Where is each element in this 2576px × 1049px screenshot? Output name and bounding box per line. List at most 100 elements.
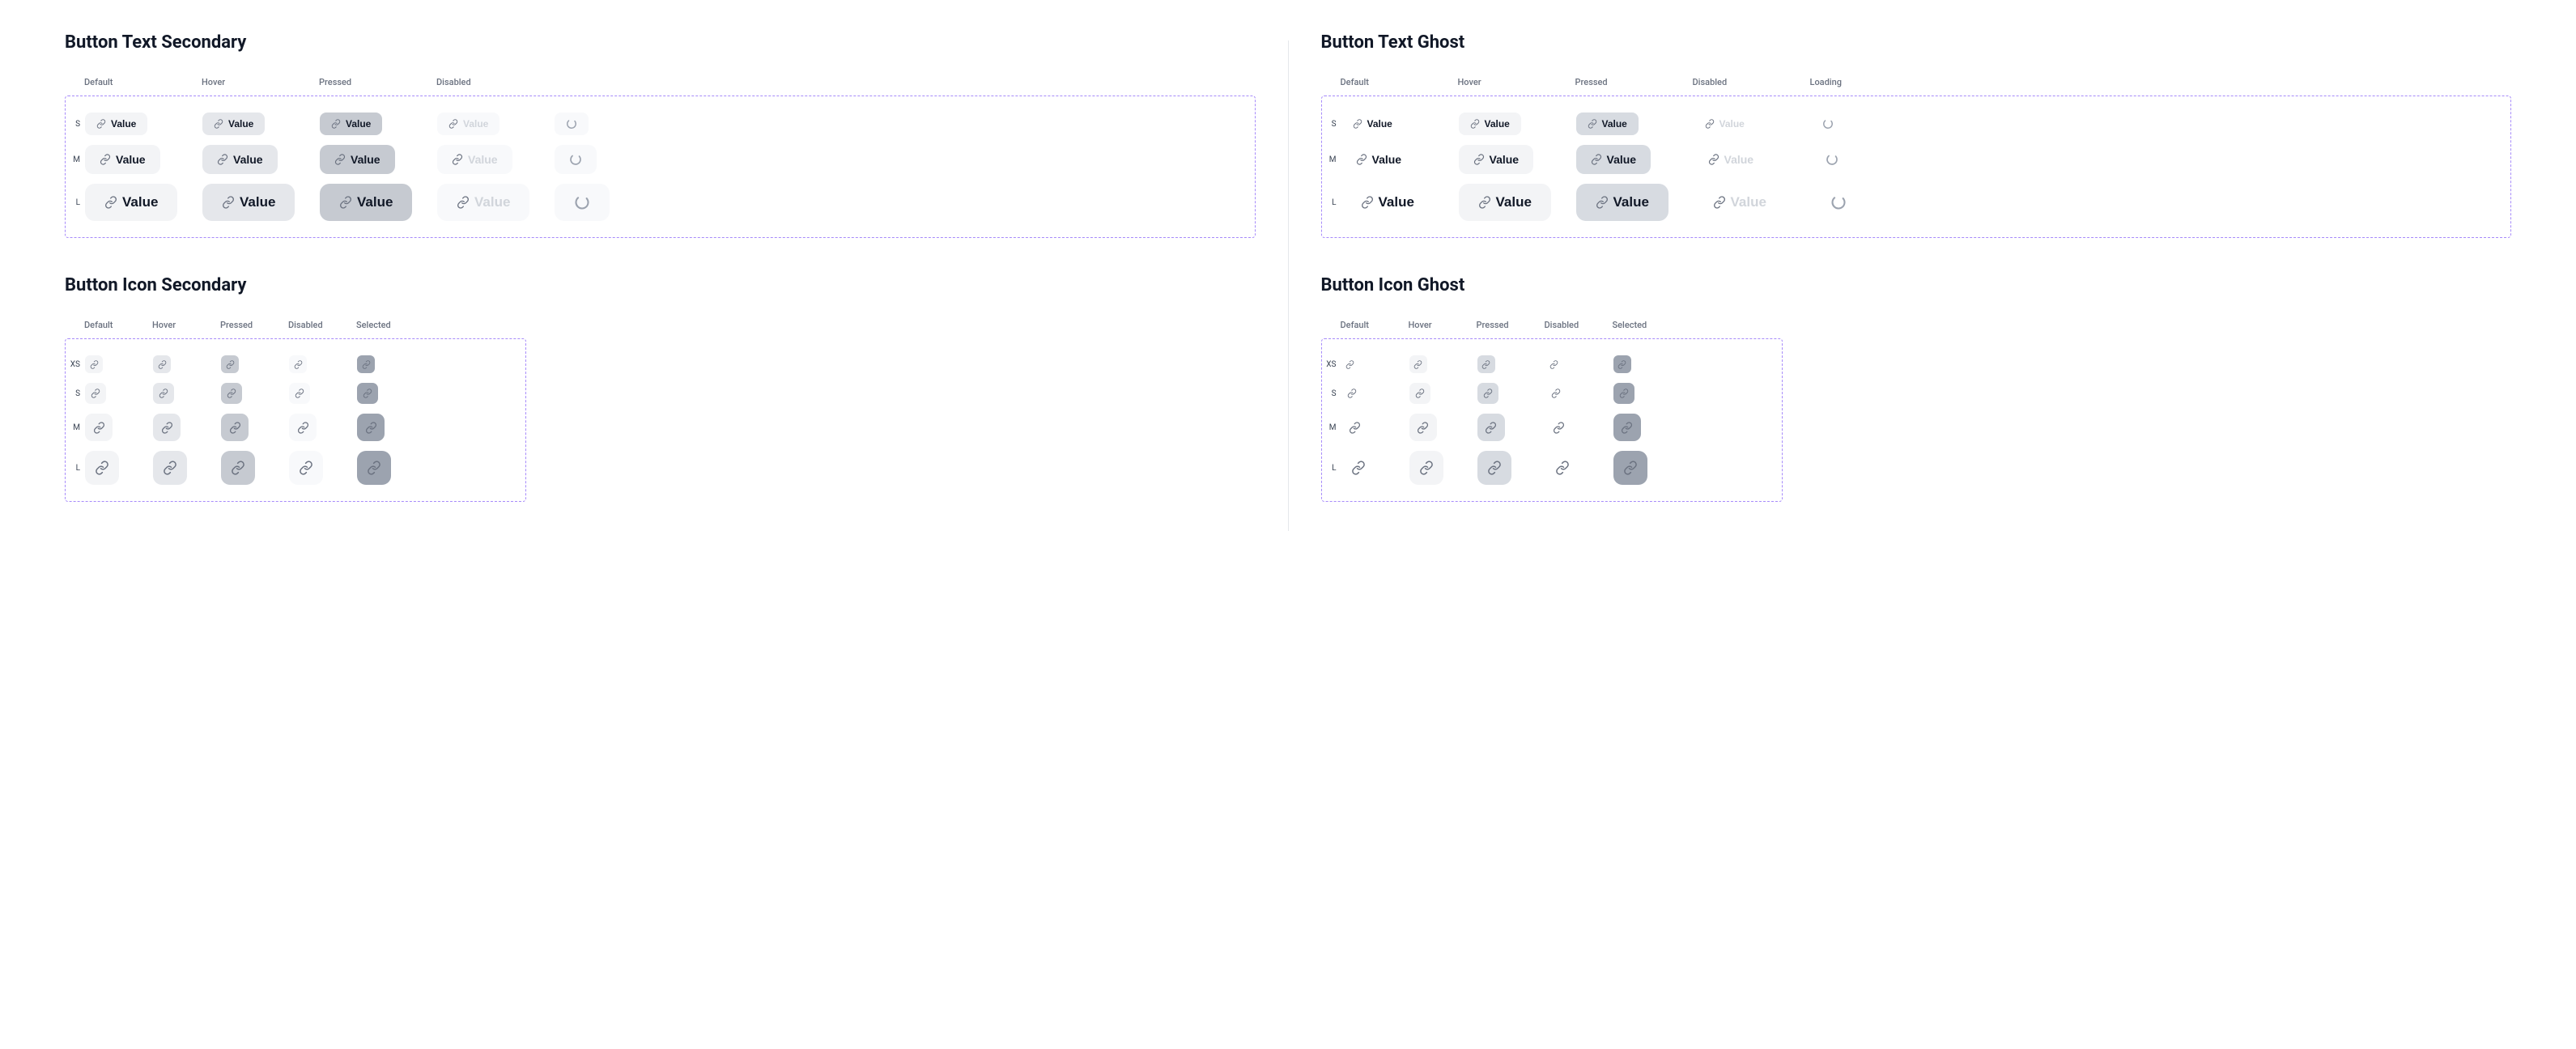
link-icon: [295, 389, 304, 398]
link-icon: [95, 461, 109, 475]
iconbtn-ghost-s-selected[interactable]: [1613, 383, 1634, 404]
header-loading: Loading: [1810, 77, 1928, 87]
iconbtn-secondary-s-default[interactable]: [85, 383, 106, 404]
section-title: Button Icon Secondary: [65, 275, 1256, 295]
link-icon: [1419, 461, 1434, 475]
button-secondary-s-pressed[interactable]: Value: [320, 113, 382, 135]
button-secondary-l-hover[interactable]: Value: [202, 184, 295, 221]
iconbtn-secondary-s-hover[interactable]: [153, 383, 174, 404]
button-secondary-s-disabled: Value: [437, 113, 499, 135]
link-icon: [299, 461, 313, 475]
iconbtn-ghost-xs-pressed[interactable]: [1477, 355, 1495, 373]
iconbtn-ghost-xs-default[interactable]: [1341, 355, 1359, 373]
button-ghost-l-hover[interactable]: Value: [1459, 184, 1551, 221]
button-secondary-m-hover[interactable]: Value: [202, 145, 278, 174]
row-xs: XS: [1322, 350, 1782, 378]
button-ghost-m-pressed[interactable]: Value: [1576, 145, 1651, 174]
button-label: Value: [1724, 153, 1754, 166]
iconbtn-secondary-l-selected[interactable]: [357, 451, 391, 485]
button-ghost-l-pressed[interactable]: Value: [1576, 184, 1668, 221]
iconbtn-ghost-l-pressed[interactable]: [1477, 451, 1511, 485]
variant-frame: S Value Value Value Value M Value Value …: [1321, 96, 2512, 238]
button-label: Value: [351, 153, 380, 166]
button-ghost-s-hover[interactable]: Value: [1459, 113, 1521, 135]
header-disabled: Disabled: [288, 320, 356, 330]
size-label: M: [66, 155, 85, 164]
size-label: L: [1322, 464, 1341, 473]
link-icon: [1487, 461, 1502, 475]
size-label: S: [1322, 120, 1341, 129]
iconbtn-ghost-xs-selected[interactable]: [1613, 355, 1631, 373]
button-secondary-m-pressed[interactable]: Value: [320, 145, 395, 174]
row-m: M Value Value Value Value: [66, 140, 1255, 179]
iconbtn-ghost-m-pressed[interactable]: [1477, 414, 1505, 441]
row-m: M: [1322, 409, 1782, 446]
button-label: Value: [1731, 194, 1766, 210]
button-label: Value: [1602, 118, 1627, 130]
iconbtn-ghost-m-disabled: [1545, 414, 1573, 441]
iconbtn-secondary-xs-hover[interactable]: [153, 355, 171, 373]
iconbtn-secondary-s-selected[interactable]: [357, 383, 378, 404]
iconbtn-secondary-l-default[interactable]: [85, 451, 119, 485]
iconbtn-secondary-m-selected[interactable]: [357, 414, 385, 441]
button-label: Value: [357, 194, 393, 210]
header-disabled: Disabled: [436, 77, 554, 87]
row-s: S: [1322, 378, 1782, 409]
button-secondary-l-default[interactable]: Value: [85, 184, 177, 221]
link-icon: [1361, 196, 1374, 209]
button-label: Value: [1372, 153, 1402, 166]
button-secondary-s-default[interactable]: Value: [85, 113, 147, 135]
iconbtn-secondary-m-default[interactable]: [85, 414, 113, 441]
iconbtn-secondary-xs-default[interactable]: [85, 355, 103, 373]
iconbtn-ghost-m-default[interactable]: [1341, 414, 1369, 441]
header-disabled: Disabled: [1693, 77, 1810, 87]
size-label: L: [66, 464, 85, 473]
header-pressed: Pressed: [1477, 320, 1545, 330]
iconbtn-secondary-xs-pressed[interactable]: [221, 355, 239, 373]
spinner-icon: [1826, 153, 1838, 166]
iconbtn-ghost-s-pressed[interactable]: [1477, 383, 1498, 404]
button-ghost-m-hover[interactable]: Value: [1459, 145, 1534, 174]
button-secondary-l-pressed[interactable]: Value: [320, 184, 412, 221]
link-icon: [1551, 389, 1561, 398]
iconbtn-secondary-l-pressed[interactable]: [221, 451, 255, 485]
header-pressed: Pressed: [1575, 77, 1693, 87]
iconbtn-ghost-m-hover[interactable]: [1409, 414, 1437, 441]
column-headers: Default Hover Pressed Disabled Loading: [1321, 77, 2512, 87]
button-secondary-m-default[interactable]: Value: [85, 145, 160, 174]
iconbtn-ghost-s-hover[interactable]: [1409, 383, 1430, 404]
button-label: Value: [116, 153, 146, 166]
iconbtn-secondary-l-hover[interactable]: [153, 451, 187, 485]
variant-frame: XS S M: [65, 338, 526, 502]
button-ghost-s-pressed[interactable]: Value: [1576, 113, 1639, 135]
iconbtn-secondary-xs-selected[interactable]: [357, 355, 375, 373]
section-title: Button Icon Ghost: [1321, 275, 2512, 295]
iconbtn-secondary-s-pressed[interactable]: [221, 383, 242, 404]
button-ghost-m-default[interactable]: Value: [1341, 145, 1417, 174]
iconbtn-ghost-s-default[interactable]: [1341, 383, 1362, 404]
button-secondary-s-hover[interactable]: Value: [202, 113, 265, 135]
button-ghost-l-default[interactable]: Value: [1341, 184, 1434, 221]
iconbtn-secondary-m-hover[interactable]: [153, 414, 181, 441]
size-label: S: [1322, 389, 1341, 398]
size-label: L: [1322, 198, 1341, 207]
link-icon: [100, 154, 111, 165]
button-ghost-s-default[interactable]: Value: [1341, 113, 1404, 135]
header-disabled: Disabled: [1545, 320, 1613, 330]
iconbtn-secondary-s-disabled: [289, 383, 310, 404]
section-text-ghost: Button Text Ghost Default Hover Pressed …: [1321, 32, 2512, 238]
link-icon: [452, 154, 463, 165]
iconbtn-ghost-xs-hover[interactable]: [1409, 355, 1427, 373]
link-icon: [1415, 389, 1425, 398]
iconbtn-ghost-m-selected[interactable]: [1613, 414, 1641, 441]
link-icon: [1478, 196, 1491, 209]
iconbtn-ghost-l-default[interactable]: [1341, 451, 1375, 485]
row-l: L: [1322, 446, 1782, 490]
variant-frame: S Value Value Value Value M Value Value …: [65, 96, 1256, 238]
header-default: Default: [84, 77, 202, 87]
iconbtn-ghost-l-hover[interactable]: [1409, 451, 1443, 485]
iconbtn-ghost-l-selected[interactable]: [1613, 451, 1647, 485]
iconbtn-secondary-m-pressed[interactable]: [221, 414, 249, 441]
button-label: Value: [468, 153, 498, 166]
link-icon: [222, 196, 235, 209]
